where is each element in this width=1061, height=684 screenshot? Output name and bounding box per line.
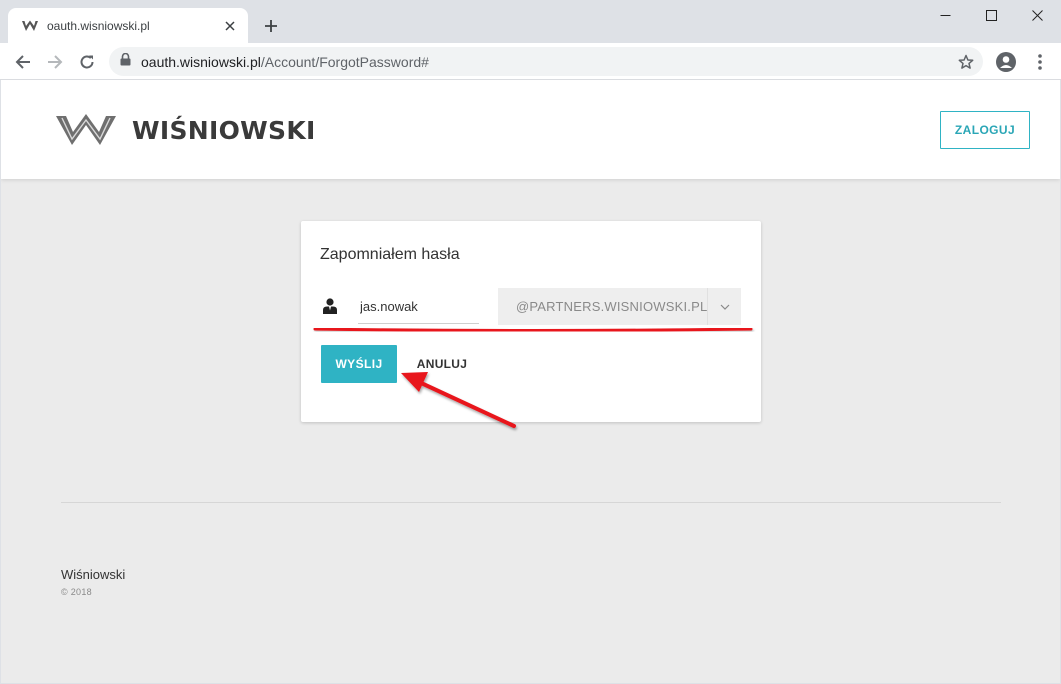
login-button[interactable]: ZALOGUJ: [940, 111, 1030, 149]
url-host: oauth.wisniowski.pl: [141, 53, 261, 70]
close-window-icon[interactable]: [1014, 0, 1060, 30]
plus-icon[interactable]: [260, 15, 282, 37]
back-arrow-icon[interactable]: [9, 48, 37, 76]
maximize-icon[interactable]: [968, 0, 1014, 30]
send-button[interactable]: WYŚLIJ: [321, 345, 397, 383]
site-header: WIŚNIOWSKI ZALOGUJ: [1, 80, 1060, 179]
cancel-button[interactable]: ANULUJ: [409, 345, 475, 383]
lock-icon: [120, 52, 131, 71]
page-content: WIŚNIOWSKI ZALOGUJ Zapomniałem hasła @PA…: [1, 80, 1060, 683]
close-icon[interactable]: [222, 18, 238, 34]
footer-copyright: © 2018: [61, 587, 92, 597]
user-icon: [323, 298, 337, 314]
browser-tab-bar: oauth.wisniowski.pl: [0, 0, 1061, 43]
browser-tab[interactable]: oauth.wisniowski.pl: [8, 8, 248, 43]
address-bar[interactable]: oauth.wisniowski.pl/Account/ForgotPasswo…: [109, 47, 983, 76]
domain-select[interactable]: @PARTNERS.WISNIOWSKI.PL: [498, 288, 741, 325]
browser-toolbar: oauth.wisniowski.pl/Account/ForgotPasswo…: [0, 43, 1061, 80]
forward-arrow-icon[interactable]: [41, 48, 69, 76]
wisniowski-logo[interactable]: WIŚNIOWSKI: [56, 113, 316, 147]
tab-title: oauth.wisniowski.pl: [47, 18, 150, 33]
chevron-down-icon[interactable]: [708, 288, 741, 325]
url-text: oauth.wisniowski.pl/Account/ForgotPasswo…: [141, 54, 429, 70]
forgot-password-card: Zapomniałem hasła @PARTNERS.WISNIOWSKI.P…: [301, 221, 761, 422]
form-title: Zapomniałem hasła: [320, 246, 460, 263]
kebab-menu-icon[interactable]: [1028, 50, 1052, 74]
brand-name: WIŚNIOWSKI: [132, 115, 316, 145]
url-path: /Account/ForgotPassword#: [260, 53, 429, 70]
wisniowski-logo-mark: [56, 114, 116, 145]
username-input[interactable]: [358, 289, 479, 324]
domain-value: @PARTNERS.WISNIOWSKI.PL: [516, 299, 708, 314]
footer-brand: Wiśniowski: [61, 567, 126, 582]
wisniowski-favicon: [22, 18, 38, 34]
footer-divider: [61, 502, 1001, 503]
minimize-icon[interactable]: [922, 0, 968, 30]
profile-icon[interactable]: [994, 50, 1018, 74]
reload-icon[interactable]: [73, 48, 101, 76]
star-icon[interactable]: [957, 53, 975, 71]
